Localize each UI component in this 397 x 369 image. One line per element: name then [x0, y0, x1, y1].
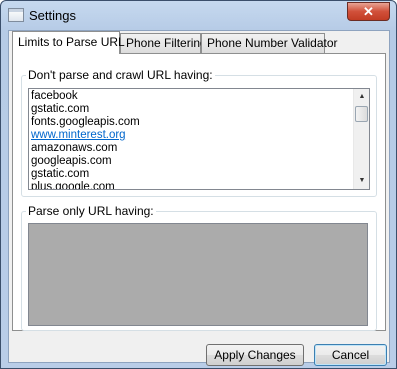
cancel-button[interactable]: Cancel — [314, 344, 387, 366]
tab-panel-limits: Don't parse and crawl URL having: facebo… — [12, 53, 386, 331]
exclude-url-items: facebook gstatic.com fonts.googleapis.co… — [31, 90, 352, 189]
settings-window: Settings ✕ Limits to Parse URL Phone Fil… — [0, 0, 397, 369]
list-item[interactable]: googleapis.com — [31, 155, 352, 168]
tab-phone-filtering[interactable]: Phone Filtering — [120, 33, 207, 53]
list-item[interactable]: gstatic.com — [31, 103, 352, 116]
listbox-vertical-scrollbar[interactable]: ▲ ▼ — [353, 89, 369, 189]
list-item[interactable]: plus.google.com — [31, 181, 352, 189]
tab-phone-number-validator[interactable]: Phone Number Validator — [201, 33, 338, 53]
title-bar[interactable]: Settings ✕ — [1, 1, 396, 30]
list-item[interactable]: www.minterest.org — [31, 129, 352, 142]
exclude-url-group-label: Don't parse and crawl URL having: — [26, 68, 215, 82]
list-item[interactable]: facebook — [31, 90, 352, 103]
close-button[interactable]: ✕ — [347, 2, 390, 21]
tab-limits-to-parse-url[interactable]: Limits to Parse URL — [12, 31, 125, 54]
list-item[interactable]: amazonaws.com — [31, 142, 352, 155]
parse-only-url-group-label: Parse only URL having: — [26, 204, 156, 218]
window-title: Settings — [29, 8, 76, 23]
apply-changes-button[interactable]: Apply Changes — [206, 344, 304, 366]
scroll-up-arrow-icon[interactable]: ▲ — [354, 89, 369, 105]
scroll-down-arrow-icon[interactable]: ▼ — [354, 173, 369, 189]
dialog-client-area: Limits to Parse URL Phone Filtering Phon… — [8, 30, 390, 366]
exclude-url-listbox[interactable]: facebook gstatic.com fonts.googleapis.co… — [28, 88, 370, 190]
window-app-icon — [8, 8, 24, 22]
list-item[interactable]: gstatic.com — [31, 168, 352, 181]
parse-only-url-group: Parse only URL having: — [21, 204, 377, 331]
scroll-thumb[interactable] — [355, 106, 368, 122]
exclude-url-group: Don't parse and crawl URL having: facebo… — [21, 68, 377, 197]
parse-only-url-listbox — [28, 223, 368, 326]
list-item[interactable]: fonts.googleapis.com — [31, 116, 352, 129]
